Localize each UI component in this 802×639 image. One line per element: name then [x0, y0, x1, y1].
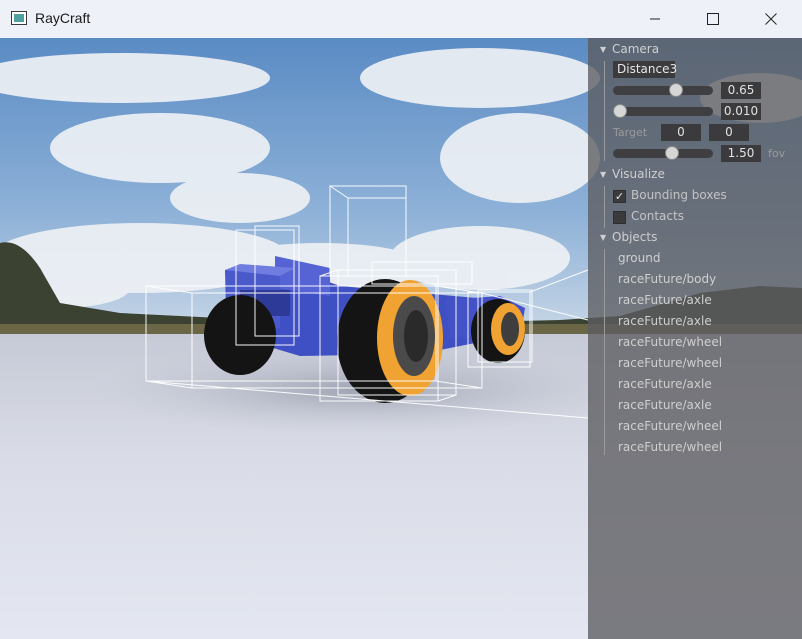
- object-item[interactable]: raceFuture/wheel: [618, 333, 722, 351]
- objects-header-label: Objects: [612, 230, 658, 244]
- object-item[interactable]: raceFuture/wheel: [618, 417, 722, 435]
- object-item[interactable]: raceFuture/axle: [618, 312, 712, 330]
- contacts-label: Contacts: [631, 209, 684, 223]
- maximize-button[interactable]: [684, 0, 742, 38]
- checkmark-icon: ✓: [614, 190, 625, 203]
- slider-knob[interactable]: [668, 83, 683, 97]
- camera-slider-1[interactable]: [613, 83, 713, 97]
- fov-label: fov: [768, 147, 786, 160]
- camera-header-label: Camera: [612, 42, 660, 56]
- target-y-field[interactable]: 0: [709, 124, 749, 141]
- camera-slider-1-value[interactable]: 0.65: [721, 82, 761, 99]
- camera-section-header[interactable]: ▼ Camera: [600, 41, 659, 57]
- target-label: Target: [613, 126, 648, 139]
- object-item[interactable]: raceFuture/axle: [618, 396, 712, 414]
- close-button[interactable]: [742, 0, 800, 38]
- fov-slider[interactable]: [613, 146, 713, 160]
- maximize-icon: [707, 13, 719, 25]
- objects-section-header[interactable]: ▼ Objects: [600, 229, 657, 245]
- fov-value[interactable]: 1.50: [721, 145, 761, 162]
- bounding-boxes-checkbox[interactable]: ✓: [613, 190, 626, 203]
- slider-knob[interactable]: [664, 146, 679, 160]
- app-icon: [11, 11, 27, 25]
- camera-slider-2[interactable]: [613, 104, 713, 118]
- visualize-section-header[interactable]: ▼ Visualize: [600, 166, 665, 182]
- camera-slider-2-value[interactable]: 0.010: [721, 103, 761, 120]
- object-item[interactable]: raceFuture/wheel: [618, 354, 722, 372]
- object-item[interactable]: ground: [618, 249, 660, 267]
- tree-guide-line: [604, 186, 605, 228]
- slider-knob[interactable]: [613, 104, 627, 118]
- window-title: RayCraft: [35, 10, 91, 26]
- bounding-boxes-label: Bounding boxes: [631, 188, 727, 202]
- close-icon: [765, 13, 777, 25]
- camera-mode-dropdown[interactable]: Distance3: [613, 61, 677, 78]
- expand-arrow-icon: ▼: [600, 233, 607, 242]
- inspector-panel: ▼ Camera Distance3 0.65 0.010 Target 0 0 …: [588, 38, 802, 639]
- object-item[interactable]: raceFuture/axle: [618, 291, 712, 309]
- contacts-checkbox[interactable]: [613, 211, 626, 224]
- object-item[interactable]: raceFuture/wheel: [618, 438, 722, 456]
- minimize-button[interactable]: [626, 0, 684, 38]
- visualize-header-label: Visualize: [612, 167, 665, 181]
- object-item[interactable]: raceFuture/body: [618, 270, 716, 288]
- expand-arrow-icon: ▼: [600, 45, 607, 54]
- target-x-field[interactable]: 0: [661, 124, 701, 141]
- title-bar: RayCraft: [0, 0, 802, 39]
- object-item[interactable]: raceFuture/axle: [618, 375, 712, 393]
- tree-guide-line: [604, 61, 605, 161]
- minimize-icon: [650, 18, 660, 20]
- tree-guide-line: [604, 249, 605, 455]
- expand-arrow-icon: ▼: [600, 170, 607, 179]
